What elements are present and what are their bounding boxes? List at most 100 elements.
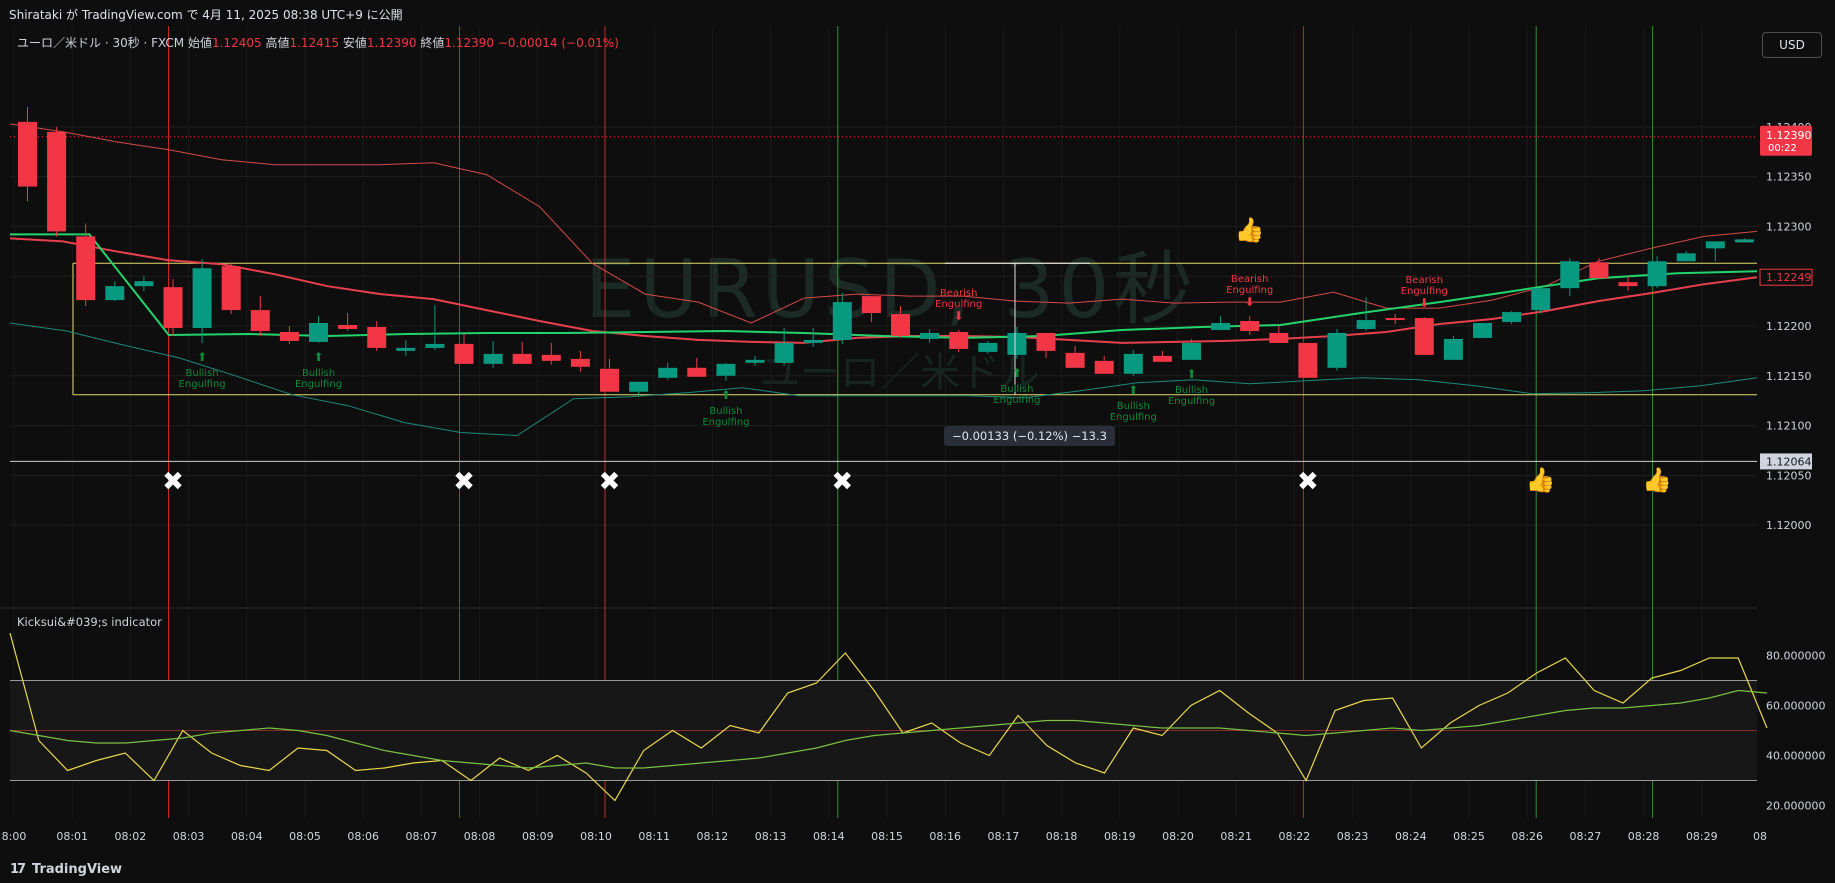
price-tick: 1.12200: [1766, 320, 1812, 333]
candle: [1414, 317, 1434, 355]
candle: [47, 126, 67, 237]
candle-body: [1589, 262, 1609, 279]
candle-body: [1414, 318, 1434, 355]
x-marker-icon: ✖: [1297, 467, 1319, 497]
time-tick: 08:13: [755, 830, 787, 843]
candle-body: [338, 325, 358, 329]
time-tick: 08:04: [231, 830, 263, 843]
candle-body: [1443, 338, 1463, 360]
time-tick: 08:18: [1046, 830, 1078, 843]
candle: [425, 305, 445, 350]
candle: [1560, 258, 1580, 297]
publish-header: Shirataki が TradingView.com で 4月 11, 202…: [0, 0, 1835, 26]
candle-body: [920, 332, 940, 339]
candle-body: [47, 131, 67, 232]
candle: [658, 362, 678, 380]
candle: [803, 327, 823, 347]
candle: [541, 342, 561, 365]
pattern-label: Bullish: [302, 368, 335, 379]
tradingview-logo[interactable]: 17 TradingView: [10, 862, 122, 877]
candle: [1734, 238, 1754, 243]
thumbs-up-icon: 👍: [1235, 216, 1265, 244]
candle: [483, 340, 503, 368]
candle-body: [978, 342, 998, 352]
time-tick: 08:19: [1104, 830, 1136, 843]
candle: [891, 306, 910, 337]
candle: [1647, 256, 1667, 289]
candle: [861, 296, 881, 323]
time-tick: 08:06: [347, 830, 379, 843]
pattern-label: Engulfing: [1401, 286, 1448, 297]
candle-body: [629, 381, 649, 392]
candle-body: [1211, 323, 1231, 330]
candle-body: [1094, 360, 1114, 374]
footer: 17 TradingView: [0, 856, 1835, 883]
symbol-legend: ユーロ／米ドル · 30秒 · FXCM 始値1.12405 高値1.12415…: [17, 34, 619, 51]
price-tick: 1.12000: [1766, 519, 1812, 532]
candle-body: [1531, 288, 1551, 311]
candle: [949, 329, 969, 352]
pattern-label: Bearish: [1406, 275, 1444, 286]
x-marker-icon: ✖: [831, 467, 853, 497]
candle-body: [949, 331, 969, 349]
pattern-label: Engulfing: [1226, 285, 1273, 296]
candle-body: [1269, 332, 1289, 343]
candle-body: [1152, 355, 1172, 362]
candle: [76, 223, 96, 307]
pattern-label: Engulfing: [179, 379, 226, 390]
candle-body: [1560, 261, 1580, 289]
candle: [1676, 251, 1696, 262]
candle: [1298, 342, 1318, 378]
candle: [309, 316, 328, 343]
candle: [570, 350, 590, 372]
pattern-label: Bullish: [186, 368, 219, 379]
candle: [1007, 326, 1027, 359]
candle: [1094, 355, 1114, 374]
candle: [920, 328, 940, 343]
time-tick: 08:24: [1395, 830, 1427, 843]
tv-logo-icon: 17: [10, 862, 26, 877]
candle: [454, 333, 474, 364]
time-tick: 08:21: [1220, 830, 1252, 843]
candle-body: [134, 281, 154, 287]
candle: [1211, 316, 1231, 330]
candle-body: [1385, 318, 1405, 321]
bear-arrow-icon: ⬇: [1245, 295, 1255, 309]
candle: [978, 340, 998, 354]
time-tick: 08:25: [1453, 830, 1485, 843]
candle: [221, 262, 241, 315]
candle-body: [512, 353, 532, 364]
candle: [105, 281, 125, 302]
candle-body: [600, 368, 619, 392]
candle: [774, 327, 794, 366]
change-value: −0.00014 (−0.01%): [497, 36, 619, 50]
green-ma-line: [10, 233, 1758, 339]
time-tick: 08:16: [929, 830, 961, 843]
candle-body: [483, 353, 503, 364]
candle: [1152, 350, 1172, 362]
candle: [1065, 345, 1085, 368]
time-tick: 08:10: [580, 830, 612, 843]
chart-canvas[interactable]: ⬆BullishEngulfing⬆BullishEngulfing⬆Bulli…: [0, 26, 1835, 856]
candle-body: [774, 342, 794, 363]
candle-body: [1327, 332, 1347, 368]
time-tick: 08:17: [988, 830, 1020, 843]
close-label: 終値: [420, 36, 445, 50]
candle: [1618, 276, 1638, 292]
candle: [1443, 335, 1463, 360]
candle-body: [1182, 342, 1201, 360]
candle-body: [396, 347, 416, 351]
time-tick: 08:29: [1686, 830, 1718, 843]
time-tick: 08:08: [464, 830, 496, 843]
currency-button[interactable]: USD: [1762, 32, 1822, 58]
candle: [1502, 311, 1522, 325]
candle-body: [192, 268, 212, 328]
candle: [134, 276, 154, 292]
last-price-timer: 00:22: [1768, 143, 1797, 154]
bull-arrow-icon: ⬆: [313, 350, 323, 364]
bull-arrow-icon: ⬆: [1186, 367, 1196, 381]
low-label: 安値: [342, 36, 367, 50]
candle: [687, 357, 707, 377]
x-marker-icon: ✖: [599, 467, 621, 497]
symbol-name: ユーロ／米ドル · 30秒 · FXCM: [17, 36, 185, 50]
